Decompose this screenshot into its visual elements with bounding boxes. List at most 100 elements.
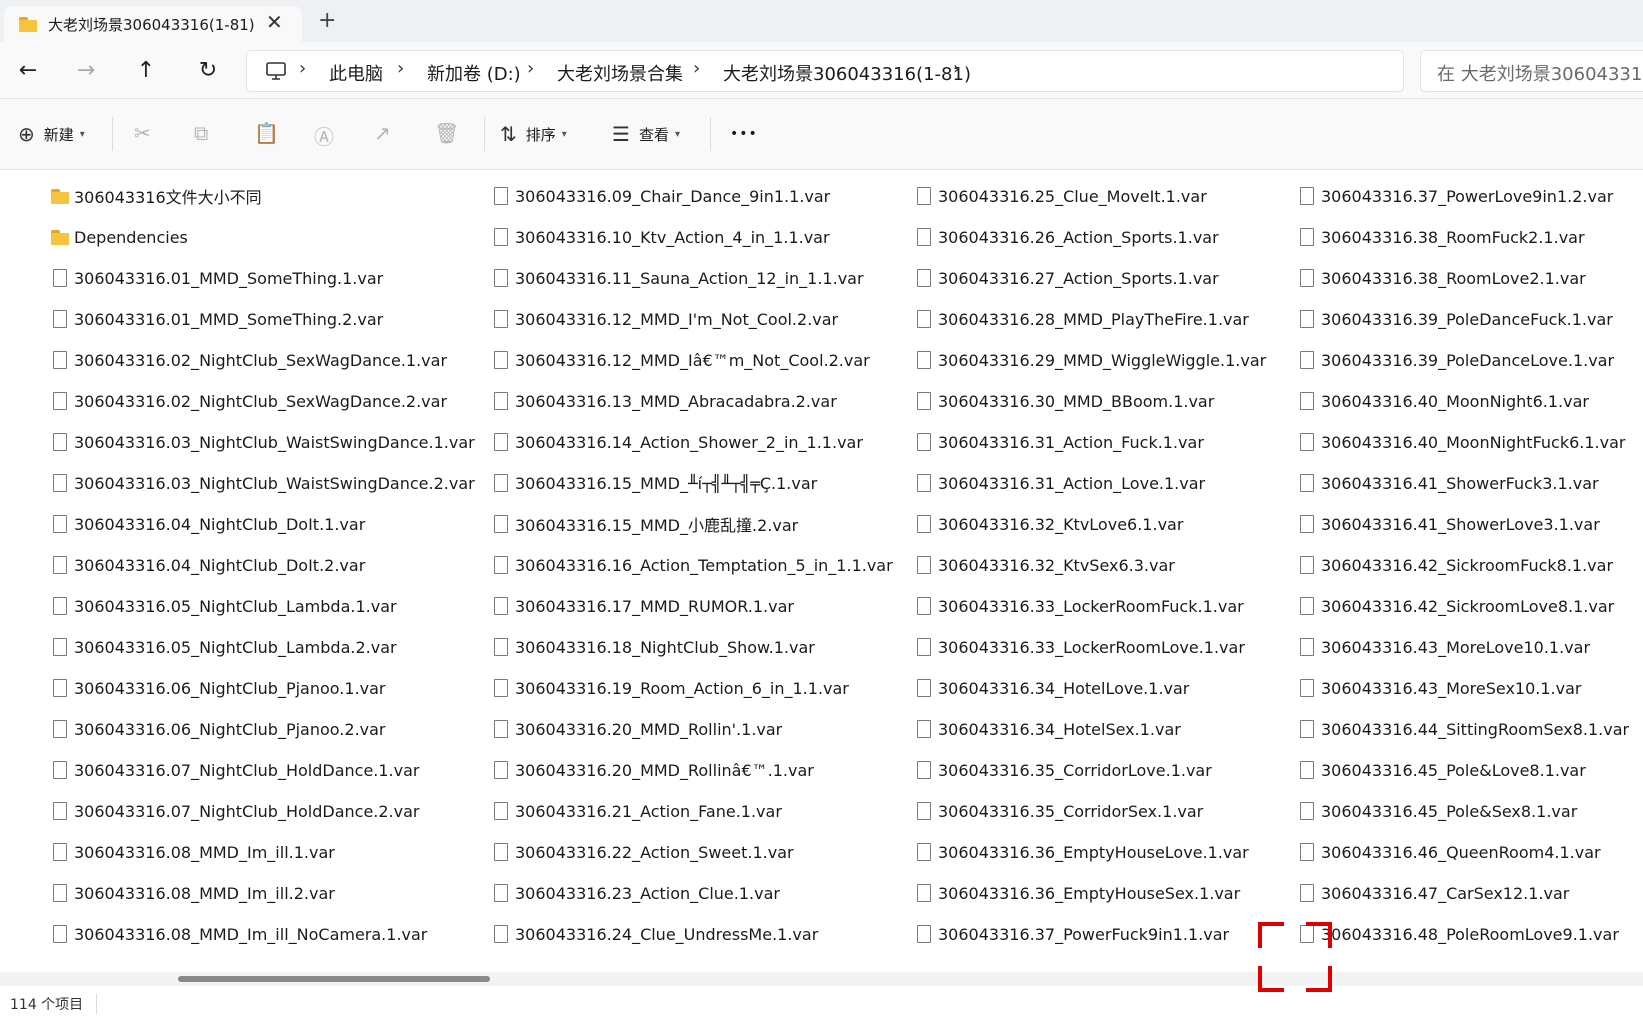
file-item[interactable]: 306043316.08_MMD_Im_ill.1.var: [50, 834, 335, 870]
file-item[interactable]: 306043316.12_MMD_Iâ€™m_Not_Cool.2.var: [491, 342, 870, 378]
file-item[interactable]: 306043316.27_Action_Sports.1.var: [914, 260, 1219, 296]
back-button[interactable]: ←: [10, 52, 46, 88]
file-item[interactable]: 306043316.24_Clue_UndressMe.1.var: [491, 916, 818, 952]
file-item[interactable]: 306043316.40_MoonNight6.1.var: [1297, 383, 1589, 419]
file-item[interactable]: 306043316.39_PoleDanceLove.1.var: [1297, 342, 1614, 378]
tab-current-folder[interactable]: 大老刘场景306043316(1-81) ✕: [4, 6, 302, 42]
file-item[interactable]: 306043316.41_ShowerLove3.1.var: [1297, 506, 1600, 542]
file-item[interactable]: 306043316.23_Action_Clue.1.var: [491, 875, 780, 911]
file-item[interactable]: 306043316.05_NightClub_Lambda.1.var: [50, 588, 397, 624]
file-item[interactable]: 306043316.47_CarSex12.1.var: [1297, 875, 1569, 911]
file-item[interactable]: 306043316.06_NightClub_Pjanoo.1.var: [50, 670, 386, 706]
file-item[interactable]: 306043316.13_MMD_Abracadabra.2.var: [491, 383, 837, 419]
file-item[interactable]: 306043316.08_MMD_Im_ill_NoCamera.1.var: [50, 916, 427, 952]
file-item[interactable]: 306043316.36_EmptyHouseLove.1.var: [914, 834, 1249, 870]
file-item[interactable]: 306043316.12_MMD_I'm_Not_Cool.2.var: [491, 301, 838, 337]
file-item[interactable]: 306043316.38_RoomFuck2.1.var: [1297, 219, 1585, 255]
file-item[interactable]: 306043316.02_NightClub_SexWagDance.2.var: [50, 383, 447, 419]
file-item[interactable]: 306043316.20_MMD_Rollin'.1.var: [491, 711, 782, 747]
file-item[interactable]: 306043316.01_MMD_SomeThing.2.var: [50, 301, 383, 337]
file-item[interactable]: 306043316.22_Action_Sweet.1.var: [491, 834, 794, 870]
file-item[interactable]: 306043316.20_MMD_Rollinâ€™.1.var: [491, 752, 814, 788]
file-item[interactable]: 306043316.31_Action_Fuck.1.var: [914, 424, 1204, 460]
share-icon[interactable]: ↗: [374, 121, 391, 145]
delete-icon[interactable]: 🗑: [434, 121, 459, 145]
breadcrumb-current-folder[interactable]: 大老刘场景306043316(1-81): [723, 60, 971, 86]
computer-icon[interactable]: [265, 61, 287, 85]
breadcrumb-separator[interactable]: ›: [693, 58, 700, 79]
file-item[interactable]: 306043316.45_Pole&Love8.1.var: [1297, 752, 1586, 788]
rename-icon[interactable]: Ⓐ: [314, 121, 334, 150]
file-item[interactable]: 306043316.07_NightClub_HoldDance.1.var: [50, 752, 420, 788]
new-button[interactable]: ⊕ 新建 ▾: [18, 119, 85, 149]
forward-button[interactable]: →: [68, 52, 104, 88]
file-item[interactable]: 306043316.37_PowerLove9in1.2.var: [1297, 178, 1613, 214]
file-item[interactable]: 306043316.36_EmptyHouseSex.1.var: [914, 875, 1240, 911]
file-item[interactable]: 306043316.07_NightClub_HoldDance.2.var: [50, 793, 420, 829]
file-item[interactable]: 306043316.14_Action_Shower_2_in_1.1.var: [491, 424, 863, 460]
file-item[interactable]: 306043316.32_KtvSex6.3.var: [914, 547, 1175, 583]
tab-close-icon[interactable]: ✕: [266, 10, 283, 34]
file-item[interactable]: 306043316.06_NightClub_Pjanoo.2.var: [50, 711, 386, 747]
breadcrumb-separator[interactable]: ›: [953, 58, 960, 79]
file-item[interactable]: 306043316.16_Action_Temptation_5_in_1.1.…: [491, 547, 893, 583]
file-item[interactable]: 306043316.05_NightClub_Lambda.2.var: [50, 629, 397, 665]
folder-item[interactable]: Dependencies: [50, 219, 188, 255]
view-button[interactable]: ☰ 查看 ▾: [612, 119, 680, 149]
breadcrumb-collection[interactable]: 大老刘场景合集: [557, 60, 683, 86]
file-item[interactable]: 306043316.15_MMD_小鹿乱撞.2.var: [491, 506, 798, 542]
file-item[interactable]: 306043316.03_NightClub_WaistSwingDance.1…: [50, 424, 475, 460]
file-item[interactable]: 306043316.21_Action_Fane.1.var: [491, 793, 782, 829]
file-item[interactable]: 306043316.32_KtvLove6.1.var: [914, 506, 1183, 542]
file-item[interactable]: 306043316.43_MoreLove10.1.var: [1297, 629, 1590, 665]
file-item[interactable]: 306043316.10_Ktv_Action_4_in_1.1.var: [491, 219, 830, 255]
file-item[interactable]: 306043316.18_NightClub_Show.1.var: [491, 629, 815, 665]
more-options-button[interactable]: •••: [730, 119, 758, 149]
sort-button[interactable]: ⇅ 排序 ▾: [500, 119, 567, 149]
up-button[interactable]: ↑: [128, 52, 164, 88]
cut-icon[interactable]: ✂: [134, 121, 151, 145]
scrollbar-thumb[interactable]: [178, 976, 490, 982]
new-tab-button[interactable]: +: [318, 8, 336, 33]
horizontal-scrollbar[interactable]: [0, 972, 1643, 986]
file-item[interactable]: 306043316.31_Action_Love.1.var: [914, 465, 1205, 501]
file-item[interactable]: 306043316.34_HotelLove.1.var: [914, 670, 1189, 706]
file-item[interactable]: 306043316.46_QueenRoom4.1.var: [1297, 834, 1601, 870]
refresh-button[interactable]: ↻: [190, 52, 226, 88]
breadcrumb-this-pc[interactable]: 此电脑: [329, 60, 383, 86]
breadcrumb-separator[interactable]: ›: [299, 58, 306, 79]
file-item[interactable]: 306043316.15_MMD_╨í┬╣╨┬╣╤Ç.1.var: [491, 465, 817, 501]
file-item[interactable]: 306043316.39_PoleDanceFuck.1.var: [1297, 301, 1613, 337]
file-item[interactable]: 306043316.03_NightClub_WaistSwingDance.2…: [50, 465, 475, 501]
file-item[interactable]: 306043316.30_MMD_BBoom.1.var: [914, 383, 1214, 419]
file-item[interactable]: 306043316.48_PoleRoomLove9.1.var: [1297, 916, 1619, 952]
file-item[interactable]: 306043316.19_Room_Action_6_in_1.1.var: [491, 670, 849, 706]
file-item[interactable]: 306043316.26_Action_Sports.1.var: [914, 219, 1219, 255]
file-item[interactable]: 306043316.38_RoomLove2.1.var: [1297, 260, 1586, 296]
file-item[interactable]: 306043316.33_LockerRoomLove.1.var: [914, 629, 1245, 665]
file-item[interactable]: 306043316.08_MMD_Im_ill.2.var: [50, 875, 335, 911]
file-item[interactable]: 306043316.04_NightClub_DoIt.2.var: [50, 547, 365, 583]
file-item[interactable]: 306043316.02_NightClub_SexWagDance.1.var: [50, 342, 447, 378]
file-item[interactable]: 306043316.44_SittingRoomSex8.1.var: [1297, 711, 1629, 747]
file-item[interactable]: 306043316.28_MMD_PlayTheFire.1.var: [914, 301, 1249, 337]
file-item[interactable]: 306043316.25_Clue_MoveIt.1.var: [914, 178, 1207, 214]
file-item[interactable]: 306043316.43_MoreSex10.1.var: [1297, 670, 1581, 706]
file-item[interactable]: 306043316.40_MoonNightFuck6.1.var: [1297, 424, 1625, 460]
file-item[interactable]: 306043316.37_PowerFuck9in1.1.var: [914, 916, 1229, 952]
folder-item[interactable]: 306043316文件大小不同: [50, 178, 262, 214]
file-item[interactable]: 306043316.04_NightClub_DoIt.1.var: [50, 506, 365, 542]
file-item[interactable]: 306043316.33_LockerRoomFuck.1.var: [914, 588, 1244, 624]
file-item[interactable]: 306043316.29_MMD_WiggleWiggle.1.var: [914, 342, 1266, 378]
file-item[interactable]: 306043316.42_SickroomLove8.1.var: [1297, 588, 1614, 624]
file-item[interactable]: 306043316.45_Pole&Sex8.1.var: [1297, 793, 1577, 829]
file-item[interactable]: 306043316.41_ShowerFuck3.1.var: [1297, 465, 1599, 501]
file-item[interactable]: 306043316.17_MMD_RUMOR.1.var: [491, 588, 794, 624]
search-box[interactable]: 在 大老刘场景306043316(1-81) 中搜索: [1420, 50, 1643, 92]
paste-icon[interactable]: 📋: [254, 121, 279, 145]
breadcrumb-drive-d[interactable]: 新加卷 (D:): [427, 60, 521, 86]
file-item[interactable]: 306043316.34_HotelSex.1.var: [914, 711, 1181, 747]
file-item[interactable]: 306043316.35_CorridorSex.1.var: [914, 793, 1203, 829]
file-item[interactable]: 306043316.11_Sauna_Action_12_in_1.1.var: [491, 260, 864, 296]
breadcrumb-separator[interactable]: ›: [527, 58, 534, 79]
